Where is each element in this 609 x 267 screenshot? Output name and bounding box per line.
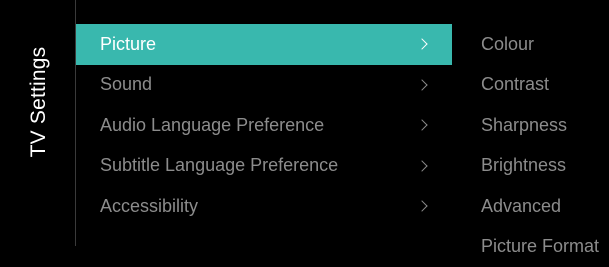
tv-settings-screen: TV Settings Picture Sound Audio Language… xyxy=(0,0,609,246)
submenu-item-picture-format[interactable]: Picture Format xyxy=(481,227,609,267)
settings-menu: Picture Sound Audio Language Preference … xyxy=(76,24,452,227)
submenu-item-brightness[interactable]: Brightness xyxy=(481,146,609,187)
chevron-right-icon xyxy=(416,39,427,50)
submenu-item-advanced[interactable]: Advanced xyxy=(481,186,609,227)
chevron-right-icon xyxy=(416,201,427,212)
menu-item-subtitle-language-preference[interactable]: Subtitle Language Preference xyxy=(76,146,452,187)
menu-item-sound[interactable]: Sound xyxy=(76,65,452,106)
menu-item-audio-language-preference[interactable]: Audio Language Preference xyxy=(76,105,452,146)
chevron-right-icon xyxy=(416,79,427,90)
submenu-item-label: Picture Format xyxy=(481,236,599,257)
submenu-item-label: Sharpness xyxy=(481,115,567,136)
submenu-item-contrast[interactable]: Contrast xyxy=(481,65,609,106)
menu-item-accessibility[interactable]: Accessibility xyxy=(76,186,452,227)
chevron-right-icon xyxy=(416,160,427,171)
chevron-right-icon xyxy=(416,120,427,131)
submenu-item-label: Contrast xyxy=(481,74,549,95)
picture-submenu: Colour Contrast Sharpness Brightness Adv… xyxy=(481,24,609,267)
menu-item-label: Sound xyxy=(100,74,152,95)
menu-item-label: Picture xyxy=(100,34,156,55)
submenu-item-label: Advanced xyxy=(481,196,561,217)
menu-item-label: Subtitle Language Preference xyxy=(100,155,338,176)
submenu-item-colour[interactable]: Colour xyxy=(481,24,609,65)
title-strip: TV Settings xyxy=(0,0,75,246)
screen-title: TV Settings xyxy=(27,47,51,158)
submenu-item-label: Colour xyxy=(481,34,534,55)
menu-item-picture[interactable]: Picture xyxy=(76,24,452,65)
menu-item-label: Audio Language Preference xyxy=(100,115,324,136)
submenu-item-sharpness[interactable]: Sharpness xyxy=(481,105,609,146)
submenu-item-label: Brightness xyxy=(481,155,566,176)
menu-item-label: Accessibility xyxy=(100,196,198,217)
